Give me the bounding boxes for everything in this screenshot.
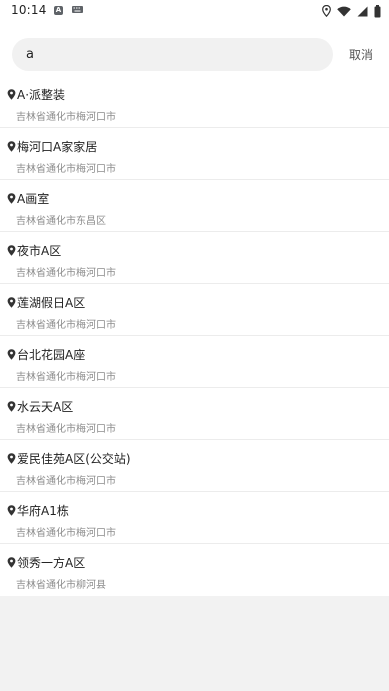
result-address: 吉林省通化市梅河口市 [16,372,116,383]
result-name: 夜市A区 [17,244,62,258]
result-address: 吉林省通化市梅河口市 [16,112,116,123]
location-pin-icon [7,297,16,308]
location-pin-icon [7,193,16,204]
location-pin-icon [7,557,16,568]
result-name: 水云天A区 [17,400,74,414]
result-item[interactable]: 华府A1栋 吉林省通化市梅河口市 [0,492,389,544]
result-address: 吉林省通化市梅河口市 [16,164,116,175]
location-pin-icon [7,401,16,412]
result-item[interactable]: 爱民佳苑A区(公交站) 吉林省通化市梅河口市 [0,440,389,492]
result-address: 吉林省通化市梅河口市 [16,424,116,435]
battery-icon [374,4,381,17]
cellular-icon [357,6,368,16]
result-item[interactable]: 夜市A区 吉林省通化市梅河口市 [0,232,389,284]
result-item[interactable]: 领秀一方A区 吉林省通化市柳河县 [0,544,389,596]
notification-a-icon: A [54,6,63,15]
status-icons [322,4,381,18]
location-pin-icon [7,349,16,360]
result-name: 台北花园A座 [17,348,86,362]
search-box[interactable] [12,38,333,71]
result-address: 吉林省通化市梅河口市 [16,320,116,331]
cancel-button[interactable]: 取消 [341,46,381,64]
result-name: 梅河口A家家居 [17,140,98,154]
result-address: 吉林省通化市梅河口市 [16,476,116,487]
location-pin-icon [7,453,16,464]
location-icon [322,5,331,17]
wifi-icon [337,6,351,16]
result-address: 吉林省通化市梅河口市 [16,268,116,279]
result-address: 吉林省通化市东昌区 [16,216,106,227]
result-name: A·派整装 [17,88,66,102]
location-pin-icon [7,505,16,516]
result-item[interactable]: A·派整装 吉林省通化市梅河口市 [0,76,389,128]
result-item[interactable]: A画室 吉林省通化市东昌区 [0,180,389,232]
result-name: 莲湖假日A区 [17,296,86,310]
result-name: 领秀一方A区 [17,556,86,570]
status-time: 10:14 [11,3,47,17]
result-item[interactable]: 莲湖假日A区 吉林省通化市梅河口市 [0,284,389,336]
results-list: A·派整装 吉林省通化市梅河口市 梅河口A家家居 吉林省通化市梅河口市 A画室 … [0,76,389,596]
location-pin-icon [7,141,16,152]
keyboard-icon [72,6,83,13]
result-address: 吉林省通化市梅河口市 [16,528,116,539]
status-bar: 10:14 A [0,0,389,24]
search-input[interactable] [26,38,316,71]
result-item[interactable]: 台北花园A座 吉林省通化市梅河口市 [0,336,389,388]
result-item[interactable]: 梅河口A家家居 吉林省通化市梅河口市 [0,128,389,180]
result-address: 吉林省通化市柳河县 [16,580,106,591]
search-header: 取消 [0,24,389,76]
location-pin-icon [7,245,16,256]
location-pin-icon [7,89,16,100]
result-name: A画室 [17,192,50,206]
result-item[interactable]: 水云天A区 吉林省通化市梅河口市 [0,388,389,440]
result-name: 爱民佳苑A区(公交站) [17,452,131,466]
result-name: 华府A1栋 [17,504,69,518]
